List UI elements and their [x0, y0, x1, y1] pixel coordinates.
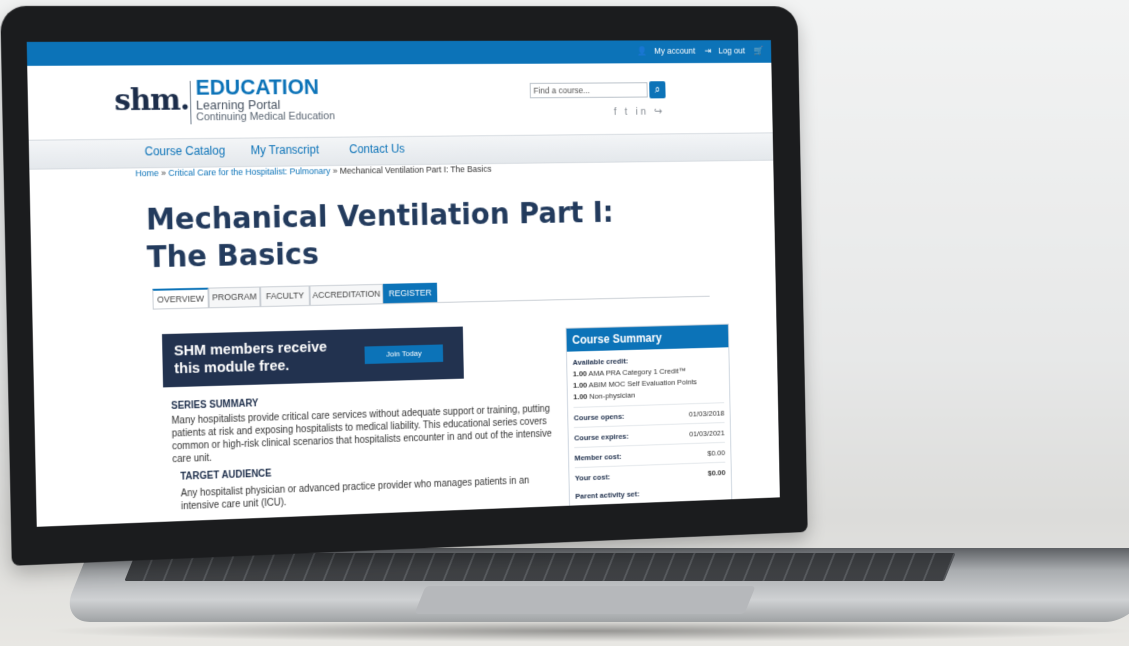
row-value: 01/03/2021 — [689, 428, 725, 439]
row-label: Your cost: — [574, 472, 611, 483]
member-banner: SHM members receive this module free. Jo… — [161, 326, 464, 388]
row-value: $0.00 — [707, 448, 726, 458]
course-summary-body: Available credit: 1.00 AMA PRA Category … — [567, 347, 732, 514]
breadcrumb-current: Mechanical Ventilation Part I: The Basic… — [339, 164, 492, 176]
laptop-trackpad — [414, 586, 756, 614]
credit-name: AMA PRA Category 1 Credit™ — [588, 366, 686, 378]
logo-divider — [189, 80, 192, 125]
cart-icon[interactable]: 🛒 — [754, 46, 764, 56]
main-nav: Course Catalog My Transcript Contact Us — [28, 132, 774, 170]
row-label: Course expires: — [574, 431, 629, 443]
course-summary-panel: Course Summary Available credit: 1.00 AM… — [565, 323, 733, 522]
breadcrumb-separator: » — [330, 165, 340, 176]
learning-objectives-heading: LEARNING OBJECTIVES — [187, 516, 301, 527]
breadcrumb-separator: » — [158, 167, 169, 178]
banner-text: SHM members receive this module free. — [173, 338, 328, 378]
page-title: Mechanical Ventilation Part I: The Basic… — [145, 195, 614, 276]
laptop-keyboard — [124, 553, 956, 581]
row-label: Course opens: — [573, 412, 625, 423]
join-today-button[interactable]: Join Today — [364, 344, 444, 365]
nav-my-transcript[interactable]: My Transcript — [250, 143, 319, 157]
tab-overview[interactable]: OVERVIEW — [152, 287, 209, 310]
nav-contact-us[interactable]: Contact Us — [349, 142, 405, 156]
tab-program[interactable]: PROGRAM — [208, 286, 261, 308]
laptop-shadow — [40, 620, 1129, 642]
laptop-scene: 👤 My account ⇥ Log out 🛒 shm. EDUCATION Le… — [0, 0, 1129, 646]
breadcrumb-home[interactable]: Home — [135, 168, 159, 178]
row-value: $0.00 — [707, 468, 726, 478]
credit-amount: 1.00 — [572, 369, 588, 379]
tab-register[interactable]: REGISTER — [382, 282, 438, 304]
breadcrumb-parent[interactable]: Critical Care for the Hospitalist: Pulmo… — [168, 166, 330, 178]
shm-logo[interactable]: shm. — [114, 83, 189, 118]
search-icon[interactable]: ⌕ — [649, 81, 666, 99]
tab-accreditation[interactable]: ACCREDITATION — [309, 283, 384, 305]
credit-amount: 1.00 — [572, 380, 588, 390]
credit-name: ABIM MOC Self Evaluation Points — [588, 377, 698, 390]
laptop-lid: 👤 My account ⇥ Log out 🛒 shm. EDUCATION Le… — [0, 5, 808, 566]
site-header: shm. EDUCATION Learning Portal Continuin… — [27, 62, 773, 140]
series-summary-text: Many hospitalists provide critical care … — [171, 403, 552, 466]
logout-icon: ⇥ — [704, 45, 712, 56]
account-bar: 👤 My account ⇥ Log out 🛒 — [26, 40, 772, 66]
target-audience-heading: TARGET AUDIENCE — [180, 468, 272, 483]
credit-name: Non-physician — [589, 390, 636, 401]
search-input[interactable]: Find a course... — [529, 82, 648, 99]
my-account-link[interactable]: My account — [654, 46, 695, 56]
nav-course-catalog[interactable]: Course Catalog — [144, 144, 225, 159]
browser-viewport: 👤 My account ⇥ Log out 🛒 shm. EDUCATION Le… — [26, 40, 780, 527]
logo-tagline: Continuing Medical Education — [196, 110, 336, 124]
social-icons[interactable]: f t in ↪ — [614, 105, 665, 118]
log-out-link[interactable]: Log out — [718, 46, 745, 56]
credit-amount: 1.00 — [573, 392, 588, 402]
user-icon: 👤 — [636, 46, 647, 56]
row-value: 01/03/2018 — [688, 408, 725, 419]
tab-faculty[interactable]: FACULTY — [260, 285, 310, 307]
row-label: Member cost: — [574, 452, 622, 463]
series-summary-heading: SERIES SUMMARY — [171, 398, 259, 412]
